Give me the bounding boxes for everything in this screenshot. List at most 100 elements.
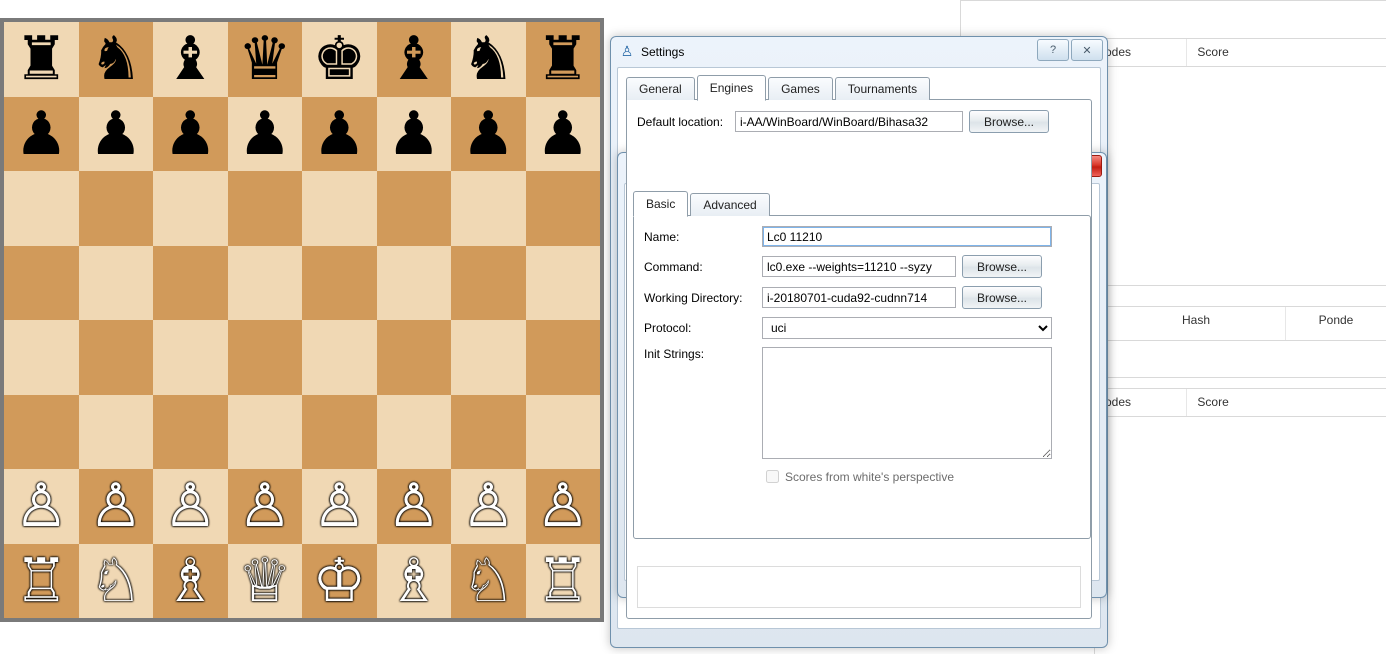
board-square[interactable]: [79, 320, 154, 395]
board-square[interactable]: ♟: [526, 97, 601, 172]
chess-piece[interactable]: ♔: [312, 551, 366, 611]
board-square[interactable]: ♖: [4, 544, 79, 619]
default-location-input[interactable]: [735, 111, 963, 132]
chess-piece[interactable]: ♘: [89, 551, 143, 611]
board-square[interactable]: ♖: [526, 544, 601, 619]
chess-piece[interactable]: ♜: [14, 29, 68, 89]
chess-piece[interactable]: ♗: [387, 551, 441, 611]
chess-piece[interactable]: ♟: [312, 104, 366, 164]
browse-default-location-button[interactable]: Browse...: [969, 110, 1049, 133]
board-square[interactable]: [377, 320, 452, 395]
chess-piece[interactable]: ♖: [14, 551, 68, 611]
command-input[interactable]: [762, 256, 956, 277]
board-square[interactable]: ♝: [377, 22, 452, 97]
board-square[interactable]: [377, 246, 452, 321]
chess-piece[interactable]: ♜: [536, 29, 590, 89]
board-square[interactable]: ♙: [79, 469, 154, 544]
board-square[interactable]: [153, 246, 228, 321]
browse-wd-button[interactable]: Browse...: [962, 286, 1042, 309]
board-square[interactable]: ♟: [451, 97, 526, 172]
board-square[interactable]: [153, 320, 228, 395]
chess-piece[interactable]: ♚: [312, 29, 366, 89]
board-square[interactable]: ♙: [228, 469, 303, 544]
scores-perspective-checkbox[interactable]: Scores from white's perspective: [762, 467, 1080, 486]
board-square[interactable]: [228, 320, 303, 395]
protocol-select[interactable]: uci: [762, 317, 1052, 339]
wd-input[interactable]: [762, 287, 956, 308]
board-square[interactable]: [451, 171, 526, 246]
board-square[interactable]: ♟: [377, 97, 452, 172]
board-square[interactable]: [302, 395, 377, 470]
board-square[interactable]: ♗: [377, 544, 452, 619]
chess-piece[interactable]: ♝: [387, 29, 441, 89]
board-square[interactable]: [377, 171, 452, 246]
board-square[interactable]: ♟: [153, 97, 228, 172]
tab-tournaments[interactable]: Tournaments: [835, 77, 930, 100]
board-square[interactable]: [526, 320, 601, 395]
scores-perspective-check-input[interactable]: [766, 470, 779, 483]
chess-piece[interactable]: ♘: [461, 551, 515, 611]
board-square[interactable]: [79, 171, 154, 246]
board-square[interactable]: [526, 395, 601, 470]
board-square[interactable]: [4, 171, 79, 246]
chess-piece[interactable]: ♙: [14, 476, 68, 536]
settings-titlebar[interactable]: ♙ Settings ? ✕: [611, 37, 1107, 67]
board-square[interactable]: [228, 395, 303, 470]
board-square[interactable]: [4, 320, 79, 395]
chess-piece[interactable]: ♟: [163, 104, 217, 164]
board-square[interactable]: ♝: [153, 22, 228, 97]
board-square[interactable]: ♘: [79, 544, 154, 619]
board-square[interactable]: ♕: [228, 544, 303, 619]
chess-piece[interactable]: ♙: [536, 476, 590, 536]
board-square[interactable]: ♞: [79, 22, 154, 97]
chess-piece[interactable]: ♟: [238, 104, 292, 164]
chess-piece[interactable]: ♙: [89, 476, 143, 536]
board-square[interactable]: ♔: [302, 544, 377, 619]
board-square[interactable]: ♙: [451, 469, 526, 544]
tab-general[interactable]: General: [626, 77, 695, 100]
board-square[interactable]: [4, 395, 79, 470]
board-square[interactable]: [526, 246, 601, 321]
help-button[interactable]: ?: [1037, 39, 1069, 61]
chess-piece[interactable]: ♞: [461, 29, 515, 89]
board-square[interactable]: ♙: [4, 469, 79, 544]
board-square[interactable]: ♞: [451, 22, 526, 97]
board-square[interactable]: [302, 320, 377, 395]
chess-piece[interactable]: ♞: [89, 29, 143, 89]
board-square[interactable]: [228, 246, 303, 321]
tab-games[interactable]: Games: [768, 77, 833, 100]
board-square[interactable]: [153, 395, 228, 470]
board-square[interactable]: ♜: [4, 22, 79, 97]
browse-command-button[interactable]: Browse...: [962, 255, 1042, 278]
chess-piece[interactable]: ♗: [163, 551, 217, 611]
board-square[interactable]: [451, 320, 526, 395]
close-button[interactable]: ✕: [1071, 39, 1103, 61]
chess-piece[interactable]: ♙: [163, 476, 217, 536]
board-square[interactable]: ♟: [79, 97, 154, 172]
board-square[interactable]: ♙: [377, 469, 452, 544]
board-square[interactable]: ♚: [302, 22, 377, 97]
chessboard[interactable]: ♜♞♝♛♚♝♞♜♟♟♟♟♟♟♟♟♙♙♙♙♙♙♙♙♖♘♗♕♔♗♘♖: [4, 22, 600, 618]
chess-piece[interactable]: ♖: [536, 551, 590, 611]
chess-piece[interactable]: ♛: [238, 29, 292, 89]
chess-piece[interactable]: ♕: [238, 551, 292, 611]
board-square[interactable]: [4, 246, 79, 321]
chess-piece[interactable]: ♝: [163, 29, 217, 89]
chess-piece[interactable]: ♙: [312, 476, 366, 536]
chess-piece[interactable]: ♙: [238, 476, 292, 536]
board-square[interactable]: ♙: [302, 469, 377, 544]
board-square[interactable]: ♟: [228, 97, 303, 172]
board-square[interactable]: ♟: [4, 97, 79, 172]
board-square[interactable]: [451, 246, 526, 321]
board-square[interactable]: [153, 171, 228, 246]
board-square[interactable]: ♟: [302, 97, 377, 172]
board-square[interactable]: [79, 246, 154, 321]
chess-piece[interactable]: ♟: [89, 104, 143, 164]
tab-basic[interactable]: Basic: [633, 191, 688, 217]
chess-piece[interactable]: ♙: [387, 476, 441, 536]
chess-piece[interactable]: ♟: [14, 104, 68, 164]
board-square[interactable]: [451, 395, 526, 470]
board-square[interactable]: ♛: [228, 22, 303, 97]
board-square[interactable]: [526, 171, 601, 246]
board-square[interactable]: [79, 395, 154, 470]
